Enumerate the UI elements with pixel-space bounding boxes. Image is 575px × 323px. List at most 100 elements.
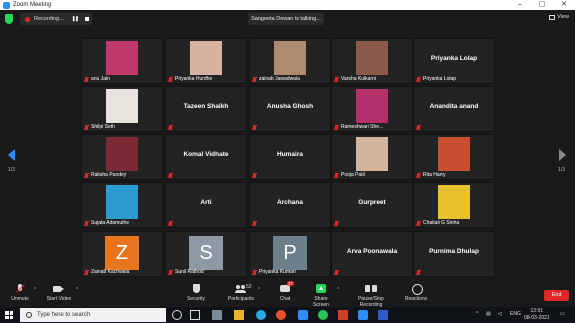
participant-tile[interactable]: Rita Harry bbox=[413, 134, 495, 180]
zoom-app-icon[interactable] bbox=[298, 310, 308, 320]
participant-name-label: Rameshwari She... bbox=[334, 124, 410, 130]
unmute-label: Unmute bbox=[11, 296, 29, 302]
participant-avatar: Z bbox=[105, 236, 139, 270]
cortana-icon[interactable] bbox=[172, 310, 182, 320]
view-button[interactable]: View bbox=[549, 14, 569, 20]
participant-name-label bbox=[168, 221, 244, 226]
whatsapp-icon[interactable] bbox=[318, 310, 328, 320]
participant-name-label bbox=[252, 173, 328, 178]
edge-browser-icon[interactable] bbox=[256, 310, 266, 320]
participant-display-name: Priyanka Lolap bbox=[430, 55, 478, 62]
participant-tile[interactable]: Anandita anand bbox=[413, 86, 495, 132]
firefox-icon[interactable] bbox=[276, 310, 286, 320]
muted-mic-icon bbox=[252, 76, 257, 82]
participant-tile[interactable]: Pooja Patil bbox=[331, 134, 413, 180]
participants-caret-icon[interactable]: ^ bbox=[258, 287, 260, 293]
pause-recording-icon[interactable]: ❚❚ bbox=[72, 16, 79, 22]
end-meeting-button[interactable]: End bbox=[544, 290, 569, 301]
participant-tile[interactable]: Z Zainab Kachwala bbox=[81, 231, 163, 277]
pause-stop-recording-button[interactable]: Pause/Stop Recording bbox=[346, 284, 396, 308]
participant-name-label bbox=[334, 221, 410, 226]
grid-view-icon bbox=[549, 14, 556, 20]
zoom-meeting-taskbar-icon[interactable] bbox=[358, 310, 368, 320]
next-page-arrow-icon[interactable] bbox=[559, 149, 566, 161]
minimize-button[interactable]: – bbox=[509, 0, 531, 10]
participant-video bbox=[356, 137, 388, 171]
maximize-button[interactable]: ▢ bbox=[531, 0, 553, 10]
muted-mic-icon bbox=[334, 221, 339, 226]
participant-tile[interactable]: Komal Vidhate bbox=[165, 134, 247, 180]
chat-button[interactable]: Chat bbox=[276, 284, 294, 302]
participant-tile[interactable]: Varsha Kulkarni bbox=[331, 38, 413, 84]
participant-name-label bbox=[168, 125, 244, 130]
system-clock[interactable]: 13:51 08-03-2021 bbox=[524, 308, 550, 322]
language-indicator[interactable]: ENG bbox=[510, 311, 521, 317]
unmute-button[interactable]: Unmute bbox=[8, 284, 32, 302]
calculator-app-icon[interactable] bbox=[212, 310, 222, 320]
participant-tile[interactable]: Tazeen Shaikh bbox=[165, 86, 247, 132]
participant-tile[interactable]: P Priyanka Kumari bbox=[249, 231, 331, 277]
share-screen-button[interactable]: Share Screen bbox=[306, 284, 336, 308]
reactions-button[interactable]: Reactions bbox=[404, 284, 428, 302]
participant-tile[interactable]: Purnima Dhulap bbox=[413, 231, 495, 277]
participant-display-name: Gurpreet bbox=[358, 199, 386, 206]
participant-name-label: Raksha Pandey bbox=[84, 172, 160, 178]
close-button[interactable]: ✕ bbox=[553, 0, 575, 10]
participant-tile[interactable]: Priyanka Hurdhe bbox=[165, 38, 247, 84]
participant-tile[interactable]: Raksha Pandey bbox=[81, 134, 163, 180]
participant-name: Sujata Adamuthe bbox=[91, 220, 130, 226]
recording-label: Recording... bbox=[34, 16, 64, 22]
windows-start-icon[interactable] bbox=[5, 311, 13, 319]
muted-mic-icon bbox=[416, 220, 421, 226]
participant-video bbox=[106, 41, 138, 75]
participant-tile[interactable]: Arva Poonawala bbox=[331, 231, 413, 277]
video-options-caret-icon[interactable]: ^ bbox=[76, 287, 78, 293]
tray-chevron-icon[interactable]: ^ bbox=[476, 311, 478, 317]
participant-tile[interactable]: Arti bbox=[165, 182, 247, 228]
word-icon[interactable] bbox=[378, 310, 388, 320]
participant-tile[interactable]: zainab Jawadwala bbox=[249, 38, 331, 84]
participant-tile[interactable]: Archana bbox=[249, 182, 331, 228]
participant-video bbox=[356, 41, 388, 75]
participant-tile[interactable]: Sujata Adamuthe bbox=[81, 182, 163, 228]
participant-name: Priyanka Hurdhe bbox=[175, 76, 213, 82]
participant-display-name: Komal Vidhate bbox=[183, 151, 229, 158]
participant-tile[interactable]: Chaitali G Sinha bbox=[413, 182, 495, 228]
file-explorer-icon[interactable] bbox=[234, 310, 244, 320]
participant-name-label bbox=[252, 125, 328, 130]
volume-icon[interactable]: ◁ bbox=[498, 311, 502, 317]
muted-mic-icon bbox=[334, 124, 339, 130]
participant-tile[interactable]: Shilpi Seth bbox=[81, 86, 163, 132]
participant-tile[interactable]: Humaira bbox=[249, 134, 331, 180]
participant-tile[interactable]: Anusha Ghosh bbox=[249, 86, 331, 132]
participant-name-label: zainab Jawadwala bbox=[252, 76, 328, 82]
muted-mic-icon bbox=[252, 269, 257, 275]
share-options-caret-icon[interactable]: ^ bbox=[337, 287, 339, 293]
participant-display-name: Tazeen Shaikh bbox=[183, 103, 229, 110]
microphone-muted-icon bbox=[14, 284, 26, 294]
security-label: Security bbox=[186, 296, 206, 302]
notifications-icon[interactable]: ▭ bbox=[560, 311, 565, 317]
participant-tile[interactable]: Rameshwari She... bbox=[331, 86, 413, 132]
security-button[interactable]: Security bbox=[184, 284, 208, 302]
participant-video bbox=[106, 185, 138, 219]
muted-mic-icon bbox=[252, 125, 257, 130]
powerpoint-icon[interactable] bbox=[338, 310, 348, 320]
task-view-icon[interactable] bbox=[190, 310, 200, 320]
taskbar-search-box[interactable]: Type here to search bbox=[20, 308, 166, 322]
participant-tile[interactable]: S Sunil Rathod bbox=[165, 231, 247, 277]
participant-tile[interactable]: anu Jain bbox=[81, 38, 163, 84]
participant-tile[interactable]: Gurpreet bbox=[331, 182, 413, 228]
previous-page-arrow-icon[interactable] bbox=[8, 149, 15, 161]
video-camera-icon bbox=[53, 284, 65, 294]
audio-options-caret-icon[interactable]: ^ bbox=[34, 287, 36, 293]
network-icon[interactable]: ▤ bbox=[486, 311, 491, 317]
stop-recording-icon[interactable] bbox=[85, 17, 90, 21]
participant-tile[interactable]: Priyanka Lolap Priyanka Lolap bbox=[413, 38, 495, 84]
participant-display-name: Anusha Ghosh bbox=[266, 103, 314, 110]
windows-taskbar: Type here to search ^ ▤ ◁ ENG 13:51 08-0… bbox=[0, 307, 575, 323]
share-screen-icon bbox=[315, 284, 327, 294]
encryption-shield-icon[interactable] bbox=[5, 14, 13, 24]
participant-name: Zainab Kachwala bbox=[91, 269, 130, 275]
start-video-button[interactable]: Start Video bbox=[44, 284, 74, 302]
